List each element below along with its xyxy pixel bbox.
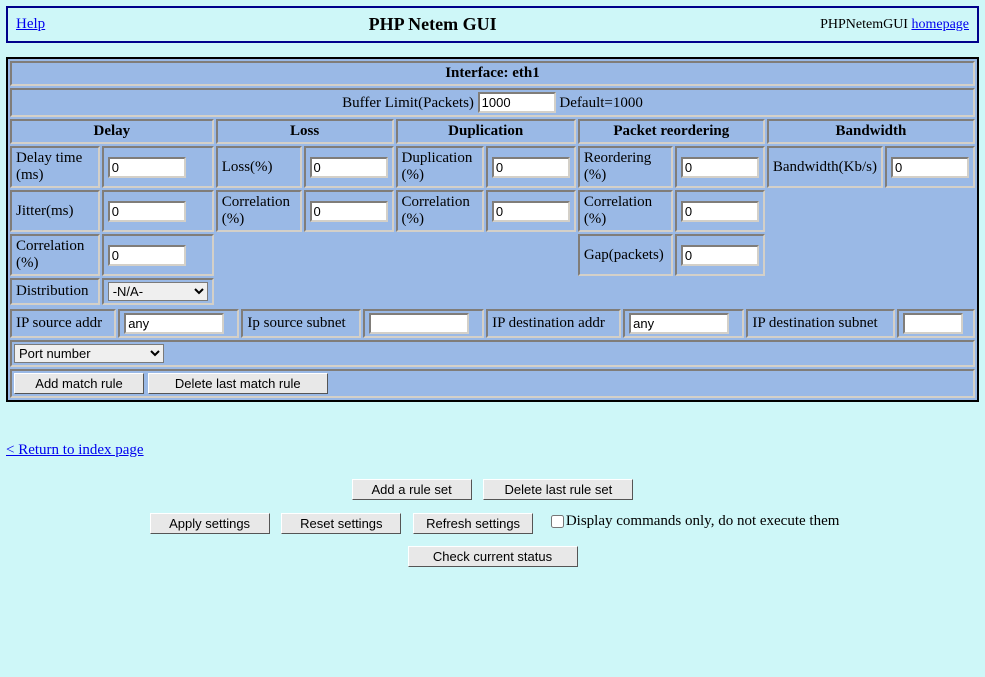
delay-corr-input[interactable] <box>108 245 186 266</box>
return-link[interactable]: < Return to index page <box>6 442 144 458</box>
ip-src-subnet-input[interactable] <box>369 313 469 334</box>
delete-ruleset-button[interactable] <box>483 479 633 500</box>
col-delay: Delay <box>10 119 214 144</box>
buffer-label: Buffer Limit(Packets) <box>342 95 474 111</box>
col-bandwidth: Bandwidth <box>767 119 975 144</box>
reset-settings-button[interactable] <box>281 513 401 534</box>
label-loss-pct: Loss(%) <box>216 146 302 188</box>
distribution-select[interactable]: -N/A- <box>108 282 208 301</box>
project-label: PHPNetemGUI homepage <box>820 17 969 33</box>
check-status-button[interactable] <box>408 546 578 567</box>
label-bandwidth: Bandwidth(Kb/s) <box>767 146 883 188</box>
port-number-select[interactable]: Port number <box>14 344 164 363</box>
gap-input[interactable] <box>681 245 759 266</box>
label-dup-corr: Correlation (%) <box>396 190 484 232</box>
delay-time-input[interactable] <box>108 157 186 178</box>
bandwidth-input[interactable] <box>891 157 969 178</box>
ip-dst-subnet-input[interactable] <box>903 313 963 334</box>
loss-pct-input[interactable] <box>310 157 388 178</box>
loss-corr-input[interactable] <box>310 201 388 222</box>
label-ip-dst-addr: IP destination addr <box>486 309 621 338</box>
buffer-default: Default=1000 <box>559 95 642 111</box>
reorder-corr-input[interactable] <box>681 201 759 222</box>
buffer-row: Buffer Limit(Packets) Default=1000 <box>10 88 975 117</box>
jitter-input[interactable] <box>108 201 186 222</box>
help-link[interactable]: Help <box>16 16 45 32</box>
label-ip-src-addr: IP source addr <box>10 309 116 338</box>
refresh-settings-button[interactable] <box>413 513 533 534</box>
delete-match-rule-button[interactable] <box>148 373 328 394</box>
label-distribution: Distribution <box>10 278 100 305</box>
label-reorder-pct: Reordering (%) <box>578 146 673 188</box>
label-ip-dst-subnet: IP destination subnet <box>746 309 895 338</box>
label-gap: Gap(packets) <box>578 234 673 276</box>
col-reordering: Packet reordering <box>578 119 765 144</box>
apply-settings-button[interactable] <box>150 513 270 534</box>
interface-heading: Interface: eth1 <box>10 61 975 86</box>
label-loss-corr: Correlation (%) <box>216 190 302 232</box>
config-panel: Interface: eth1 Buffer Limit(Packets) De… <box>6 57 979 402</box>
display-only-checkbox[interactable] <box>551 515 564 528</box>
col-loss: Loss <box>216 119 394 144</box>
ip-src-addr-input[interactable] <box>124 313 224 334</box>
buffer-input[interactable] <box>478 92 556 113</box>
dup-corr-input[interactable] <box>492 201 570 222</box>
label-reorder-corr: Correlation (%) <box>578 190 673 232</box>
label-dup-pct: Duplication (%) <box>396 146 484 188</box>
col-duplication: Duplication <box>396 119 576 144</box>
label-delay-corr: Correlation (%) <box>10 234 100 276</box>
homepage-link[interactable]: homepage <box>911 17 969 32</box>
add-ruleset-button[interactable] <box>352 479 472 500</box>
dup-pct-input[interactable] <box>492 157 570 178</box>
ip-dst-addr-input[interactable] <box>629 313 729 334</box>
label-delay-time: Delay time (ms) <box>10 146 100 188</box>
label-ip-src-subnet: Ip source subnet <box>241 309 360 338</box>
label-jitter: Jitter(ms) <box>10 190 100 232</box>
display-only-label: Display commands only, do not execute th… <box>566 513 840 530</box>
reorder-pct-input[interactable] <box>681 157 759 178</box>
add-match-rule-button[interactable] <box>14 373 144 394</box>
header-bar: Help PHP Netem GUI PHPNetemGUI homepage <box>6 6 979 43</box>
page-title: PHP Netem GUI <box>45 14 820 35</box>
